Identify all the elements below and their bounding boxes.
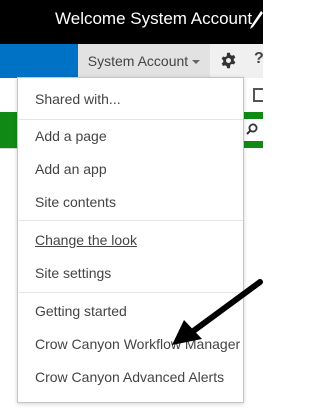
menu-separator	[19, 292, 243, 293]
account-menu-button[interactable]: System Account	[78, 44, 210, 78]
menu-item-shared-with[interactable]: Shared with...	[35, 91, 121, 107]
suite-bar-accent	[0, 44, 78, 78]
menu-item-add-an-app[interactable]: Add an app	[35, 161, 107, 177]
focus-icon[interactable]	[253, 88, 263, 102]
page-divider	[0, 148, 18, 149]
menu-separator	[19, 119, 243, 120]
menu-separator	[19, 220, 243, 221]
menu-item-crow-canyon-advanced-alerts[interactable]: Crow Canyon Advanced Alerts	[35, 369, 224, 385]
settings-dropdown-menu: Shared with... Add a page Add an app Sit…	[17, 77, 244, 403]
pencil-icon[interactable]	[249, 10, 263, 30]
search-icon[interactable]	[246, 123, 258, 135]
welcome-text: Welcome System Account	[55, 9, 253, 28]
menu-item-add-a-page[interactable]: Add a page	[35, 128, 107, 144]
menu-item-site-settings[interactable]: Site settings	[35, 265, 111, 281]
account-name: System Account	[87, 53, 189, 69]
menu-item-getting-started[interactable]: Getting started	[35, 303, 127, 319]
gear-icon[interactable]	[220, 52, 237, 69]
menu-item-crow-canyon-workflow-manager[interactable]: Crow Canyon Workflow Manager	[35, 336, 240, 352]
chevron-down-icon	[192, 60, 201, 64]
menu-item-site-contents[interactable]: Site contents	[35, 194, 116, 210]
help-icon[interactable]: ?	[254, 50, 264, 68]
menu-item-change-the-look[interactable]: Change the look	[35, 232, 137, 248]
